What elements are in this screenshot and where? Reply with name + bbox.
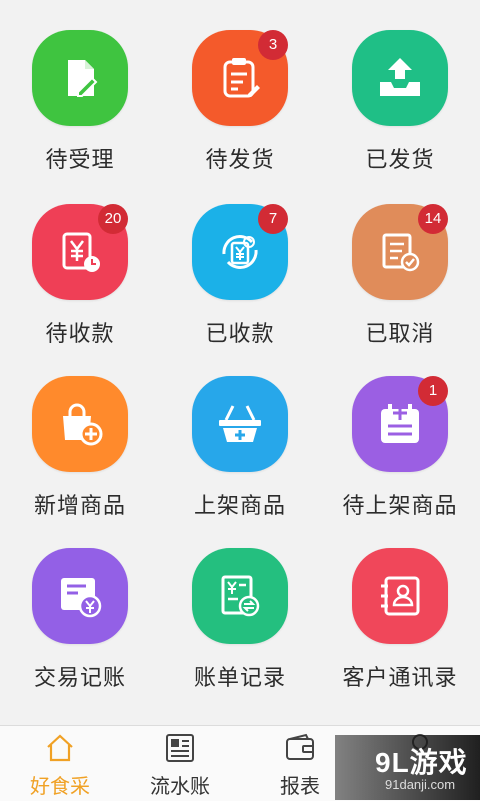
badge-count: 20 [98,204,128,234]
grid-item-pending-ship[interactable]: 3 待发货 [160,0,320,173]
newspaper-icon [166,734,194,762]
basket-plus-icon [192,376,288,472]
grid-item-add-product[interactable]: 新增商品 [0,346,160,519]
upload-tray-icon [352,30,448,126]
watermark-url: 91danji.com [385,777,456,792]
grid-item-label: 上架商品 [193,494,286,519]
wallet-icon [286,733,314,760]
grid-item-label: 账单记录 [193,666,286,691]
grid-item-label: 待发货 [205,148,275,173]
site-watermark: 9L游戏 91danji.com [335,735,480,800]
badge-count: 1 [418,376,448,406]
grid-item-listed-products[interactable]: 上架商品 [160,346,320,519]
grid-item-label: 客户通讯录 [342,666,458,691]
grid-item-label: 待受理 [45,148,115,173]
contacts-icon [352,548,448,644]
ledger-yuan-icon [32,548,128,644]
bag-plus-icon [32,376,128,472]
grid-item-label: 待上架商品 [342,494,458,519]
tab-home[interactable]: 好食采 [0,726,120,801]
tab-label: 好食采 [30,774,90,798]
watermark-logo-text: 9L游戏 [375,747,468,778]
tab-label: 流水账 [150,774,210,798]
tab-journal[interactable]: 流水账 [120,726,240,801]
grid-item-label: 交易记账 [33,666,126,691]
grid-item-shipped[interactable]: 已发货 [320,0,480,173]
grid-item-customer-contacts[interactable]: 客户通讯录 [320,518,480,691]
grid-item-label: 已取消 [365,322,435,347]
form-edit-icon [32,30,128,126]
bill-exchange-icon [192,548,288,644]
home-icon [47,734,73,762]
badge-count: 7 [258,204,288,234]
grid-item-label: 待收款 [45,322,115,347]
badge-count: 14 [418,204,448,234]
grid-item-transaction-ledger[interactable]: 交易记账 [0,518,160,691]
grid-item-label: 已发货 [365,148,435,173]
grid-item-pending-payment[interactable]: 20 待收款 [0,174,160,347]
grid-item-cancelled[interactable]: 14 已取消 [320,174,480,347]
badge-count: 3 [258,30,288,60]
grid-item-label: 已收款 [205,322,275,347]
grid-item-label: 新增商品 [33,494,126,519]
function-grid: 待受理 3 待发货 已发货 20 待收款 7 已收款 14 已取消 新增商品 上… [0,0,480,720]
grid-item-pending-listing[interactable]: 1 待上架商品 [320,346,480,519]
grid-item-bill-records[interactable]: 账单记录 [160,518,320,691]
grid-item-pending-accept[interactable]: 待受理 [0,0,160,173]
grid-item-received[interactable]: 7 已收款 [160,174,320,347]
